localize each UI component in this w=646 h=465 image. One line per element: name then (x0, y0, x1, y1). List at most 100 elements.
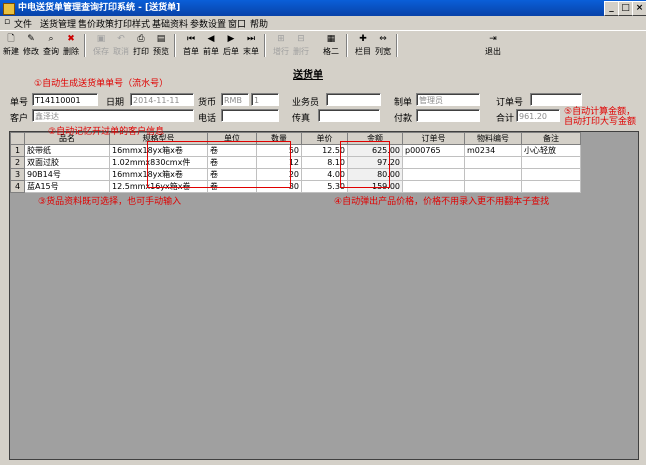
menu-print-style[interactable]: 打印样式 (114, 17, 150, 30)
phone-field[interactable] (221, 109, 279, 122)
search-icon: ⌕ (48, 34, 54, 44)
exchange-rate-field[interactable]: 1 (251, 93, 279, 106)
document-icon: ▫ (4, 17, 11, 27)
cell-note[interactable] (521, 180, 581, 193)
table-row[interactable]: 4 蓝A15号 12.5mmx16yx箱x卷 卷 30 5.30 159.00 (10, 180, 581, 193)
exit-icon: ⇥ (489, 34, 497, 44)
cell-po[interactable] (402, 180, 465, 193)
total-field: 961.20 (516, 109, 560, 122)
print-button[interactable]: ⎙ 打印 (132, 34, 150, 57)
salesman-label: 业务员 (292, 98, 320, 108)
menu-bar: ▫ 文件 送货管理 售价政策 打印样式 基础资料 参数设置 窗口 帮助 (0, 16, 646, 30)
row-number: 4 (10, 180, 25, 193)
save-icon: ▣ (96, 34, 106, 44)
column-width-icon: ⇔ (379, 34, 387, 44)
cell-note[interactable]: 小心轻放 (521, 144, 581, 157)
row-number: 2 (10, 156, 25, 169)
col-header-note[interactable]: 备注 (521, 132, 581, 145)
edit-icon: ✎ (27, 34, 35, 44)
menu-pricing[interactable]: 售价政策 (78, 17, 114, 30)
menu-base-data[interactable]: 基础资料 (152, 17, 188, 30)
fax-field[interactable] (318, 109, 380, 122)
row-number: 3 (10, 168, 25, 181)
exit-button[interactable]: ⇥ 退出 (484, 34, 502, 57)
delete-row-button[interactable]: ⊟ 删行 (292, 34, 310, 57)
cell-material[interactable] (464, 168, 522, 181)
item-grid[interactable]: 品名 规格型号 单位 数量 单价 金额 订单号 物料编号 备注 1 胶带纸 16… (9, 131, 639, 460)
payment-field[interactable] (416, 109, 480, 122)
first-icon: ⏮ (186, 34, 196, 44)
salesman-field[interactable] (326, 93, 381, 106)
menu-file[interactable]: 文件 (14, 17, 32, 30)
app-icon (3, 3, 15, 15)
date-label: 日期 (106, 98, 125, 108)
row-number: 1 (10, 144, 25, 157)
cell-material[interactable]: m0234 (464, 144, 522, 157)
delete-row-icon: ⊟ (297, 34, 305, 44)
cancel-button[interactable]: ↶ 取消 (112, 34, 130, 57)
cell-material[interactable] (464, 180, 522, 193)
annotation-goods-input: ③货品资料既可选择，也可手动输入 (38, 197, 182, 207)
currency-field[interactable]: RMB (221, 93, 249, 106)
first-record-button[interactable]: ⏮ 首单 (182, 34, 200, 57)
highlight-goods-box (147, 141, 291, 188)
cell-po[interactable] (402, 168, 465, 181)
creator-field[interactable]: 管理员 (416, 93, 480, 106)
po-label: 订单号 (496, 98, 524, 108)
cell-note[interactable] (521, 168, 581, 181)
table-row[interactable]: 1 胶带纸 16mmx18yx箱x卷 卷 50 12.50 625.00 p00… (10, 144, 581, 157)
cell-name[interactable]: 胶带纸 (24, 144, 110, 157)
date-field[interactable]: 2014-11-11 (130, 93, 194, 106)
minimize-button[interactable]: _ (604, 1, 619, 16)
next-record-button[interactable]: ▶ 后单 (222, 34, 240, 57)
edit-button[interactable]: ✎ 修改 (22, 34, 40, 57)
menu-delivery[interactable]: 送货管理 (40, 17, 76, 30)
menu-window[interactable]: 窗口 (228, 17, 246, 30)
cell-material[interactable] (464, 156, 522, 169)
order-no-label: 单号 (10, 98, 29, 108)
item-table: 品名 规格型号 单位 数量 单价 金额 订单号 物料编号 备注 1 胶带纸 16… (10, 132, 581, 193)
new-button[interactable]: 🗋 新建 (2, 34, 20, 57)
next-icon: ▶ (227, 34, 235, 44)
grid-two-button[interactable]: ▦ 格二 (322, 34, 340, 57)
currency-label: 货币 (198, 98, 217, 108)
table-row[interactable]: 2 双面过胶 1.02mmx830cmx件 卷 12 8.10 97.20 (10, 156, 581, 169)
columns-button[interactable]: ✚ 栏目 (354, 34, 372, 57)
table-row[interactable]: 3 90B14号 16mmx18yx箱x卷 卷 20 4.00 80.00 (10, 168, 581, 181)
prev-record-button[interactable]: ◀ 前单 (202, 34, 220, 57)
cell-name[interactable]: 双面过胶 (24, 156, 110, 169)
columns-icon: ✚ (359, 34, 367, 44)
col-header-material[interactable]: 物料编号 (464, 132, 522, 145)
maximize-button[interactable]: □ (618, 1, 633, 16)
preview-icon: ▤ (156, 34, 166, 44)
annotation-order-number: ①自动生成送货单单号（流水号） (34, 79, 169, 89)
toolbar-separator (174, 34, 176, 57)
preview-button[interactable]: ▤ 预览 (152, 34, 170, 57)
cell-po[interactable] (402, 156, 465, 169)
highlight-price-box (340, 141, 390, 188)
menu-settings[interactable]: 参数设置 (190, 17, 226, 30)
print-icon: ⎙ (137, 34, 145, 44)
cell-name[interactable]: 蓝A15号 (24, 180, 110, 193)
last-icon: ⏭ (246, 34, 256, 44)
window-title: 中电送货单管理查询打印系统 - [送货单] (18, 3, 181, 13)
add-row-button[interactable]: ⊞ 增行 (272, 34, 290, 57)
order-no-field[interactable]: T14110001 (32, 93, 98, 106)
toolbar-separator (264, 34, 266, 57)
close-button[interactable]: × (632, 1, 646, 16)
customer-field[interactable]: 鑫泽达 (32, 109, 194, 122)
cell-po[interactable]: p000765 (402, 144, 465, 157)
col-header-po[interactable]: 订单号 (402, 132, 465, 145)
page-title: 送货单 (293, 70, 323, 81)
cell-name[interactable]: 90B14号 (24, 168, 110, 181)
delete-button[interactable]: ✖ 删除 (62, 34, 80, 57)
column-width-button[interactable]: ⇔ 列宽 (374, 34, 392, 57)
menu-help[interactable]: 帮助 (250, 17, 268, 30)
save-button[interactable]: ▣ 保存 (92, 34, 110, 57)
last-record-button[interactable]: ⏭ 末单 (242, 34, 260, 57)
add-row-icon: ⊞ (277, 34, 285, 44)
cell-note[interactable] (521, 156, 581, 169)
toolbar-separator (346, 34, 348, 57)
search-button[interactable]: ⌕ 查询 (42, 34, 60, 57)
total-label: 合计 (496, 114, 515, 124)
